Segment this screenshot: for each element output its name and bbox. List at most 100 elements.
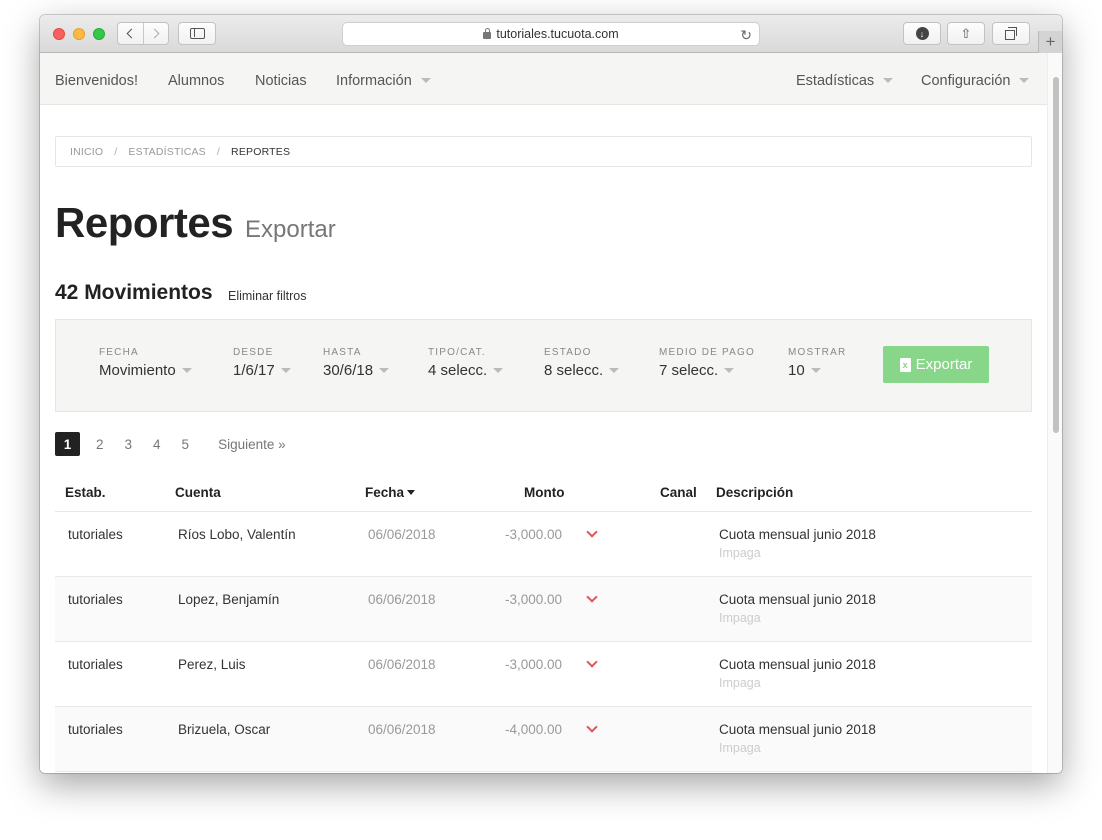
nav-item-estadisticas[interactable]: Estadísticas	[796, 73, 894, 89]
url-text: tutoriales.tucuota.com	[496, 27, 619, 41]
show-tabs-button[interactable]	[992, 22, 1030, 45]
column-header-label: Fecha	[365, 485, 405, 500]
cell-fecha: 06/06/2018	[368, 657, 436, 672]
page-link-2[interactable]: 2	[96, 437, 104, 452]
column-header-estab[interactable]: Estab.	[65, 485, 106, 500]
column-header-cuenta[interactable]: Cuenta	[175, 485, 221, 500]
downloads-button[interactable]: ↓	[903, 22, 941, 45]
sidebar-toggle-button[interactable]	[178, 22, 216, 45]
breadcrumb-estadisticas[interactable]: ESTADÍSTICAS	[128, 146, 205, 158]
caret-down-icon	[810, 367, 821, 373]
history-navigation	[117, 22, 169, 45]
clear-filters-link[interactable]: Eliminar filtros	[228, 289, 307, 303]
table-row[interactable]: tutoriales Ríos Lobo, Valentín 06/06/201…	[55, 512, 1032, 577]
filter-fecha[interactable]: FECHA Movimiento	[99, 347, 192, 380]
scrollbar-thumb[interactable]	[1053, 77, 1059, 433]
nav-item-configuracion[interactable]: Configuración	[921, 73, 1030, 89]
expand-row-button[interactable]	[586, 526, 598, 538]
nav-item-bienvenidos[interactable]: Bienvenidos!	[55, 73, 138, 89]
breadcrumb: INICIO / ESTADÍSTICAS / REPORTES	[55, 136, 1032, 167]
share-icon: ⇧	[960, 25, 972, 41]
movements-count: 42 Movimientos	[55, 281, 213, 304]
page-link-5[interactable]: 5	[182, 437, 190, 452]
filter-desde[interactable]: DESDE 1/6/17	[233, 347, 291, 380]
filter-value-text: 10	[788, 362, 805, 379]
cell-cuenta[interactable]: Perez, Luis	[178, 657, 246, 672]
next-page-link[interactable]: Siguiente »	[218, 437, 286, 452]
cell-cuenta[interactable]: Brizuela, Oscar	[178, 722, 270, 737]
filter-label: MOSTRAR	[788, 347, 847, 358]
page-viewport: Bienvenidos! Alumnos Noticias Informació…	[40, 53, 1062, 773]
nav-item-label: Estadísticas	[796, 73, 875, 89]
filter-value: 1/6/17	[233, 362, 291, 379]
caret-down-icon	[181, 367, 192, 373]
chevron-down-icon	[586, 526, 598, 538]
filter-estado[interactable]: ESTADO 8 selecc.	[544, 347, 620, 380]
sort-desc-icon	[407, 489, 416, 495]
excel-file-icon: x	[899, 357, 911, 372]
page-subtitle-export[interactable]: Exportar	[245, 216, 336, 244]
page-link-3[interactable]: 3	[125, 437, 133, 452]
cell-descripcion: Cuota mensual junio 2018	[719, 722, 876, 737]
back-button[interactable]	[118, 23, 143, 44]
breadcrumb-inicio[interactable]: INICIO	[70, 146, 103, 158]
export-button[interactable]: x Exportar	[883, 346, 989, 383]
close-window-button[interactable]	[53, 28, 65, 40]
filters-panel: FECHA Movimiento DESDE 1/6/17 HASTA 30/6…	[55, 319, 1032, 412]
vertical-scrollbar[interactable]	[1047, 53, 1062, 773]
address-bar[interactable]: tutoriales.tucuota.com ↻	[342, 22, 760, 46]
zoom-window-button[interactable]	[93, 28, 105, 40]
column-header-monto[interactable]: Monto	[524, 485, 564, 500]
column-header-canal[interactable]: Canal	[660, 485, 697, 500]
nav-item-alumnos[interactable]: Alumnos	[168, 73, 224, 89]
reload-icon[interactable]: ↻	[740, 27, 752, 44]
pagination: 1 2 3 4 5 Siguiente »	[55, 432, 286, 456]
new-tab-button[interactable]: +	[1038, 31, 1062, 53]
caret-down-icon	[609, 367, 620, 373]
filter-mostrar[interactable]: MOSTRAR 10	[788, 347, 846, 380]
cell-fecha: 06/06/2018	[368, 527, 436, 542]
table-row[interactable]: tutoriales Brizuela, Oscar 06/06/2018 -4…	[55, 707, 1032, 772]
tabs-icon	[1005, 26, 1017, 40]
minimize-window-button[interactable]	[73, 28, 85, 40]
expand-row-button[interactable]	[586, 591, 598, 603]
chevron-down-icon	[586, 656, 598, 668]
filter-value-text: 8 selecc.	[544, 362, 604, 379]
caret-down-icon	[420, 77, 431, 83]
breadcrumb-reportes: REPORTES	[231, 145, 291, 158]
filter-value-text: 30/6/18	[323, 362, 374, 379]
cell-descripcion: Cuota mensual junio 2018	[719, 527, 876, 542]
table-header: Estab. Cuenta Fecha Monto Canal Descripc…	[55, 472, 1032, 512]
column-header-descripcion[interactable]: Descripción	[716, 485, 793, 500]
chevron-down-icon	[586, 721, 598, 733]
forward-button[interactable]	[142, 23, 168, 44]
filter-medio-de-pago[interactable]: MEDIO DE PAGO 7 selecc.	[659, 347, 755, 380]
filter-hasta[interactable]: HASTA 30/6/18	[323, 347, 390, 380]
table-row[interactable]: tutoriales Perez, Luis 06/06/2018 -3,000…	[55, 642, 1032, 707]
filter-label: ESTADO	[544, 347, 592, 358]
nav-item-informacion[interactable]: Información	[336, 73, 431, 89]
expand-row-button[interactable]	[586, 656, 598, 668]
sidebar-icon	[189, 28, 205, 39]
nav-item-noticias[interactable]: Noticias	[255, 73, 307, 89]
lock-icon	[483, 27, 492, 39]
cell-estab: tutoriales	[68, 527, 123, 542]
browser-titlebar: tutoriales.tucuota.com ↻ ↓ ⇧ +	[40, 15, 1062, 53]
column-header-fecha[interactable]: Fecha	[365, 485, 416, 500]
cell-cuenta[interactable]: Lopez, Benjamín	[178, 592, 279, 607]
nav-item-label: Información	[336, 73, 412, 89]
caret-down-icon	[883, 77, 894, 83]
page-link-1[interactable]: 1	[55, 432, 80, 456]
page-link-4[interactable]: 4	[153, 437, 161, 452]
cell-descripcion: Cuota mensual junio 2018	[719, 657, 876, 672]
chevron-down-icon	[586, 591, 598, 603]
share-button[interactable]: ⇧	[947, 22, 985, 45]
caret-down-icon	[724, 367, 735, 373]
filter-tipo-cat[interactable]: TIPO/CAT. 4 selecc.	[428, 347, 504, 380]
page-title: Reportes	[55, 199, 234, 246]
filter-value: Movimiento	[99, 362, 192, 379]
filter-value: 30/6/18	[323, 362, 390, 379]
table-row[interactable]: tutoriales Lopez, Benjamín 06/06/2018 -3…	[55, 577, 1032, 642]
cell-cuenta[interactable]: Ríos Lobo, Valentín	[178, 527, 296, 542]
expand-row-button[interactable]	[586, 721, 598, 733]
